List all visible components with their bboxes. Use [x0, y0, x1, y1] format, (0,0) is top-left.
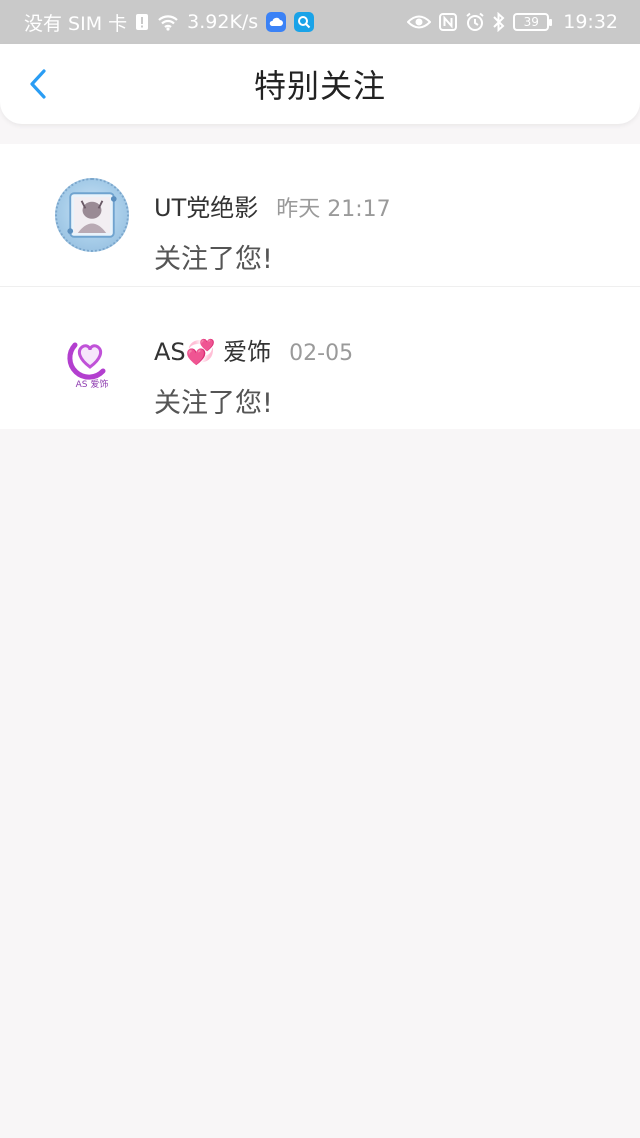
heart-logo-icon: AS 爱饰	[67, 342, 109, 390]
cloud-app-icon	[266, 12, 287, 32]
carrier-label: 没有 SIM 卡	[24, 12, 128, 35]
notification-info: AS💞 爱饰 02-05 关注了您!	[154, 332, 353, 420]
bluetooth-icon	[493, 12, 505, 32]
user-name[interactable]: UT党绝影	[154, 188, 258, 223]
timestamp: 昨天 21:17	[276, 197, 391, 222]
avatar[interactable]: AS 爱饰	[55, 321, 129, 395]
status-bar: 没有 SIM 卡 3.92K/s 39 19:32	[0, 0, 640, 44]
avatar-image	[67, 192, 117, 238]
clock: 19:32	[563, 11, 618, 33]
sim-alert-icon	[135, 13, 149, 31]
chevron-left-icon	[30, 69, 46, 99]
follow-notification-list: UT党绝影 昨天 21:17 关注了您! AS 爱饰 AS💞 爱饰 02-05 …	[0, 144, 640, 429]
notification-message: 关注了您!	[154, 244, 273, 275]
back-button[interactable]	[18, 64, 58, 104]
timestamp: 02-05	[289, 341, 354, 366]
notification-info: UT党绝影 昨天 21:17 关注了您!	[154, 188, 391, 276]
network-speed: 3.92K/s	[187, 11, 259, 33]
page-title: 特别关注	[253, 67, 386, 105]
alarm-icon	[465, 12, 485, 32]
eye-icon	[407, 14, 432, 30]
logo-text: AS 爱饰	[76, 378, 109, 390]
nfc-icon	[439, 13, 458, 31]
battery-level: 39	[523, 15, 539, 29]
notification-item[interactable]: UT党绝影 昨天 21:17 关注了您!	[0, 144, 640, 287]
notification-item[interactable]: AS 爱饰 AS💞 爱饰 02-05 关注了您!	[0, 287, 640, 429]
top-bar: 特别关注	[0, 44, 640, 124]
avatar[interactable]	[55, 178, 129, 252]
user-name[interactable]: AS💞 爱饰	[154, 332, 271, 367]
battery-icon: 39	[513, 13, 553, 31]
notification-message: 关注了您!	[154, 388, 273, 419]
wifi-icon	[157, 13, 179, 31]
search-app-icon	[294, 12, 315, 32]
